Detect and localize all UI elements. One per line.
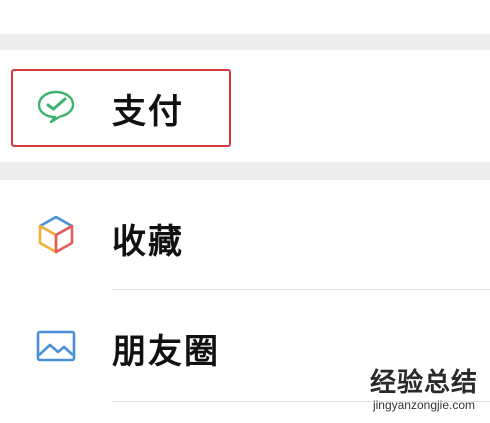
highlight-box <box>11 69 231 147</box>
menu-item-moments-label: 朋友圈 <box>112 332 220 372</box>
watermark-url: jingyanzongjie.com <box>372 398 476 412</box>
top-menu-block <box>0 0 490 34</box>
moments-image-icon <box>36 330 76 362</box>
favorites-cube-icon <box>38 215 74 254</box>
menu-item-favorites[interactable]: 收藏 <box>0 180 490 290</box>
watermark-title: 经验总结 <box>369 368 478 398</box>
watermark: 经验总结 jingyanzongjie.com <box>370 368 478 412</box>
menu-item-favorites-label: 收藏 <box>112 222 184 262</box>
